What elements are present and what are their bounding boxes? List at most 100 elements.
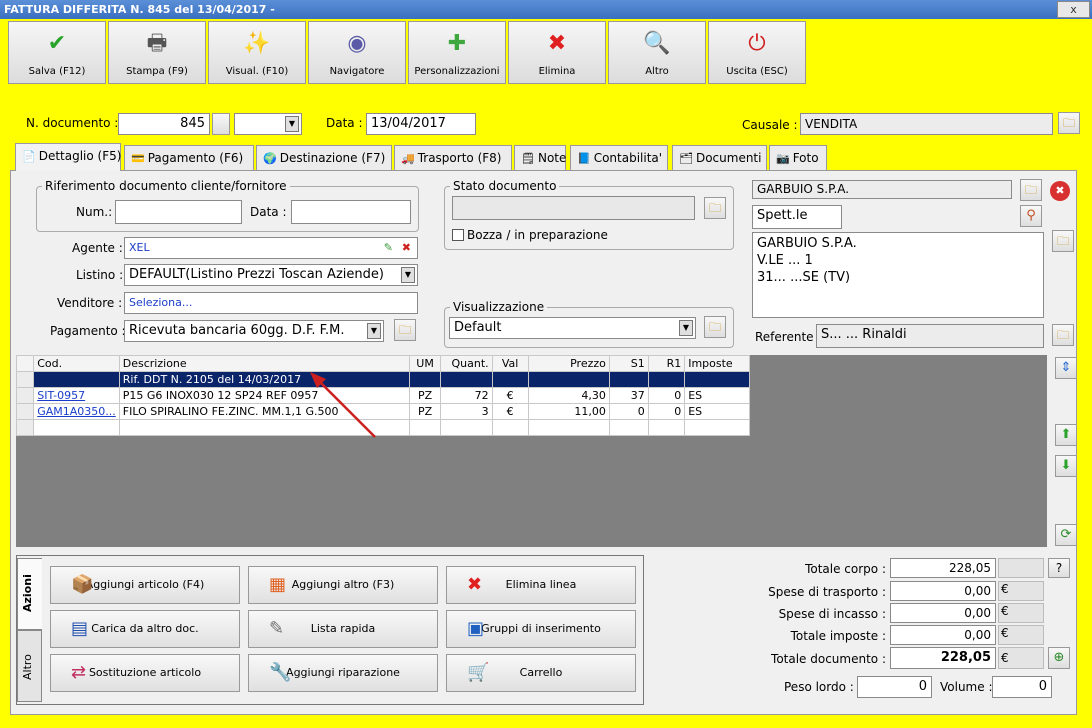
venditore-label: Venditore : bbox=[57, 296, 123, 310]
tab-note[interactable]: 🗒 Note bbox=[514, 145, 566, 170]
load-from-doc-button[interactable]: ▤ Carica da altro doc. bbox=[50, 610, 240, 648]
row-selector[interactable] bbox=[15, 403, 35, 420]
totale-corpo-unit bbox=[998, 558, 1044, 578]
venditore-field[interactable]: Seleziona... bbox=[124, 292, 418, 314]
cell-tax: ES bbox=[684, 387, 750, 404]
client-address-box[interactable]: GARBUIO S.P.A. V.LE ... 1 31... ...SE (T… bbox=[752, 232, 1044, 318]
quick-list-button[interactable]: ✎ Lista rapida bbox=[248, 610, 438, 648]
bozza-checkbox[interactable] bbox=[452, 229, 464, 241]
spese-incasso-field[interactable]: 0,00 bbox=[890, 603, 996, 623]
row-selector[interactable] bbox=[15, 387, 35, 404]
totale-corpo-field[interactable]: 228,05 bbox=[890, 558, 996, 578]
address-line: 31... ...SE (TV) bbox=[757, 270, 851, 285]
wrench-icon: 🔧 bbox=[269, 662, 292, 683]
row-selector[interactable] bbox=[15, 371, 35, 388]
replace-article-button[interactable]: ⇄ Sostituzione articolo bbox=[50, 654, 240, 692]
folder-icon: 🗀 bbox=[1056, 234, 1069, 248]
visualizzazione-folder-button[interactable]: 🗀 bbox=[704, 316, 726, 338]
window-close-button[interactable]: x bbox=[1057, 1, 1090, 18]
pagamento-label: Pagamento : bbox=[50, 324, 126, 338]
exit-button[interactable]: ⏻ Uscita (ESC) bbox=[708, 21, 806, 84]
visualizzazione-title: Visualizzazione bbox=[450, 300, 548, 314]
article-code-link[interactable]: GAM1A0350... bbox=[37, 405, 116, 418]
ndoc-series-select[interactable]: ▼ bbox=[234, 113, 302, 135]
scroll-icon[interactable]: ⇕ bbox=[1055, 357, 1077, 379]
save-button[interactable]: ✔ Salva (F12) bbox=[8, 21, 106, 84]
tab-dettaglio[interactable]: 📄 Dettaglio (F5) bbox=[15, 143, 121, 171]
move-down-icon[interactable]: ⬇ bbox=[1055, 455, 1077, 477]
row-selector[interactable] bbox=[15, 419, 35, 436]
cell-qty bbox=[439, 371, 493, 388]
client-remove-icon[interactable]: ✖ bbox=[1050, 181, 1070, 201]
peso-field[interactable]: 0 bbox=[857, 676, 932, 698]
tab-pagamento-label: Pagamento (F6) bbox=[147, 151, 244, 165]
client-folder-button[interactable]: 🗀 bbox=[1020, 179, 1042, 201]
insert-groups-button[interactable]: ▣ Gruppi di inserimento bbox=[446, 610, 636, 648]
agente-field[interactable]: XEL ✎ ✖ bbox=[124, 237, 418, 259]
folder-icon: 🗀 bbox=[1056, 328, 1069, 342]
cell-qty: 3 bbox=[439, 403, 493, 420]
delete-label: Elimina bbox=[538, 66, 576, 77]
visualizzazione-select[interactable]: Default ▼ bbox=[449, 317, 696, 339]
add-other-button[interactable]: ▦ Aggiungi altro (F3) bbox=[248, 566, 438, 604]
stato-field[interactable] bbox=[452, 196, 695, 220]
tab-pagamento[interactable]: 💳 Pagamento (F6) bbox=[124, 145, 254, 170]
delete-button[interactable]: ✖ Elimina bbox=[508, 21, 606, 84]
more-button[interactable]: 🔍 Altro bbox=[608, 21, 706, 84]
move-up-icon[interactable]: ⬆ bbox=[1055, 424, 1077, 446]
ndoc-suffix-button[interactable] bbox=[212, 113, 230, 135]
tab-azioni[interactable]: Azioni bbox=[17, 558, 42, 630]
totale-documento-field[interactable]: 228,05 bbox=[890, 647, 996, 669]
delete-line-label: Elimina linea bbox=[505, 578, 577, 591]
totale-corpo-label: Totale corpo : bbox=[805, 562, 886, 576]
date-input[interactable]: 13/04/2017 bbox=[366, 113, 476, 135]
salutation-field[interactable]: Spett.le bbox=[752, 205, 842, 229]
cart-button[interactable]: 🛒 Carrello bbox=[446, 654, 636, 692]
payment-icon: 💳 bbox=[131, 152, 145, 165]
zoom-icon[interactable]: ⊕ bbox=[1048, 647, 1070, 669]
folder-icon: 🗀 bbox=[708, 320, 721, 334]
pagamento-folder-button[interactable]: 🗀 bbox=[394, 319, 416, 341]
refresh-icon[interactable]: ⟳ bbox=[1055, 524, 1077, 546]
tab-documenti[interactable]: 🗂 Documenti bbox=[672, 145, 767, 170]
rif-num-input[interactable] bbox=[115, 200, 242, 224]
currency-label: € bbox=[998, 603, 1044, 623]
rif-date-input[interactable] bbox=[291, 200, 411, 224]
listino-select[interactable]: DEFAULT(Listino Prezzi Toscan Aziende) ▼ bbox=[124, 264, 418, 286]
tab-contabilita-label: Contabilita' bbox=[593, 151, 663, 165]
agente-value: XEL bbox=[129, 241, 150, 254]
pagamento-select[interactable]: Ricevuta bancaria 60gg. D.F. F.M. ▼ bbox=[124, 320, 384, 342]
listino-label: Listino : bbox=[76, 268, 124, 282]
tab-altro[interactable]: Altro bbox=[17, 630, 42, 702]
pencil-icon[interactable]: ✎ bbox=[384, 238, 393, 258]
help-button[interactable]: ? bbox=[1048, 558, 1070, 578]
clear-x-icon[interactable]: ✖ bbox=[402, 238, 411, 258]
preview-button[interactable]: ✨ Visual. (F10) bbox=[208, 21, 306, 84]
stato-folder-button[interactable]: 🗀 bbox=[704, 197, 726, 219]
cell-val: € bbox=[491, 387, 529, 404]
referente-folder-button[interactable]: 🗀 bbox=[1052, 324, 1074, 346]
causale-folder-button[interactable]: 🗀 bbox=[1058, 112, 1080, 134]
article-code-link[interactable]: SIT-0957 bbox=[37, 389, 85, 402]
add-repair-button[interactable]: 🔧 Aggiungi riparazione bbox=[248, 654, 438, 692]
navigator-button[interactable]: ◉ Navigatore bbox=[308, 21, 406, 84]
tab-contabilita[interactable]: 📘 Contabilita' bbox=[570, 145, 668, 170]
delete-line-button[interactable]: ✖ Elimina linea bbox=[446, 566, 636, 604]
cart-icon: 🛒 bbox=[467, 662, 490, 683]
customize-button[interactable]: ✚ Personalizzazioni bbox=[408, 21, 506, 84]
volume-field[interactable]: 0 bbox=[992, 676, 1052, 698]
exit-label: Uscita (ESC) bbox=[726, 66, 788, 77]
tab-destinazione[interactable]: 🌍 Destinazione (F7) bbox=[256, 145, 392, 170]
ndoc-input[interactable]: 845 bbox=[118, 113, 210, 135]
add-article-button[interactable]: 📦 Aggiungi articolo (F4) bbox=[50, 566, 240, 604]
spese-trasporto-field[interactable]: 0,00 bbox=[890, 581, 996, 601]
totale-imposte-field[interactable]: 0,00 bbox=[890, 625, 996, 645]
tab-foto[interactable]: 📷 Foto bbox=[769, 145, 827, 170]
causale-field[interactable]: VENDITA bbox=[800, 113, 1053, 135]
client-search-icon[interactable]: ⚲ bbox=[1020, 205, 1042, 227]
referente-field[interactable]: S... ... Rinaldi bbox=[816, 324, 1044, 348]
client-name-field[interactable]: GARBUIO S.P.A. bbox=[752, 180, 1012, 199]
address-folder-button[interactable]: 🗀 bbox=[1052, 230, 1074, 252]
tab-trasporto[interactable]: 🚚 Trasporto (F8) bbox=[394, 145, 512, 170]
print-button[interactable]: 🖶 Stampa (F9) bbox=[108, 21, 206, 84]
